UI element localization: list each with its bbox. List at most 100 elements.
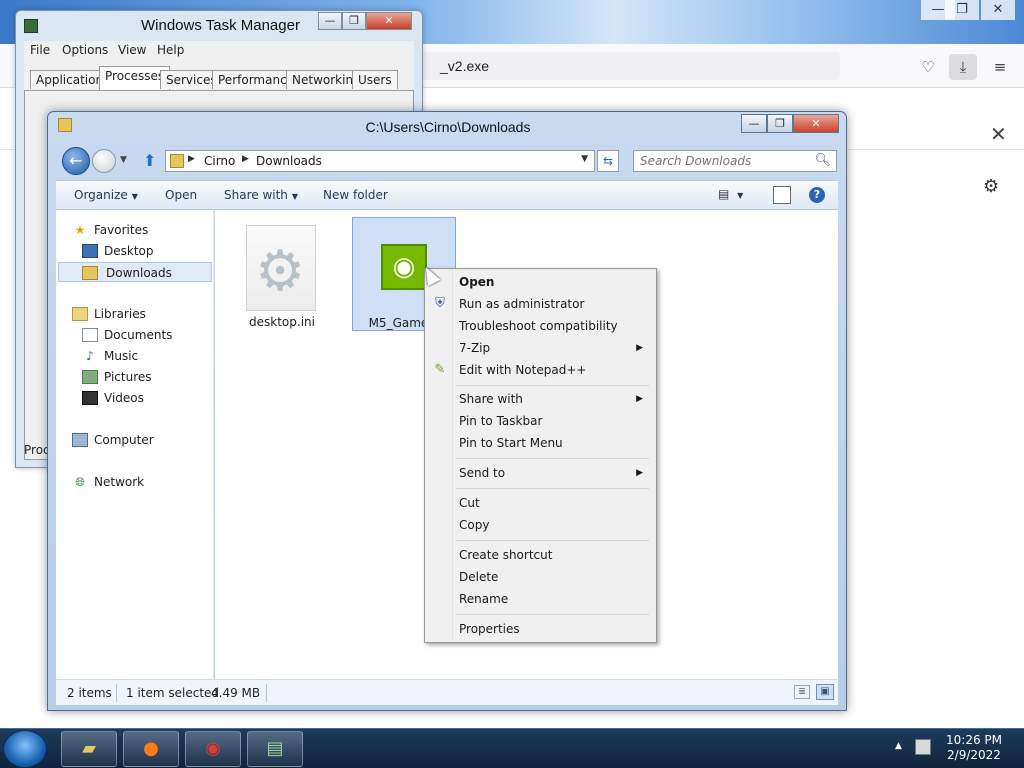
refresh-button[interactable]: ⇆ bbox=[597, 150, 619, 172]
nav-libraries-label: Libraries bbox=[94, 307, 146, 321]
clock-time: 10:26 PM bbox=[946, 733, 1002, 747]
explorer-taskbar-button[interactable]: ▰ bbox=[61, 731, 117, 767]
nav-favorites[interactable]: ★ Favorites bbox=[72, 220, 228, 240]
nav-network[interactable]: 🌐︎ Network bbox=[72, 472, 228, 492]
ex-close-button[interactable]: ✕ bbox=[793, 114, 839, 133]
url-bar[interactable]: _v2.exe bbox=[420, 52, 840, 80]
organize-label: Organize bbox=[74, 188, 128, 202]
downloads-icon[interactable]: ⤓ bbox=[949, 54, 977, 80]
views-button[interactable]: ▤ ▼ bbox=[718, 187, 752, 205]
show-hidden-icons-button[interactable]: ▲ bbox=[895, 741, 902, 751]
search-icon[interactable]: 🔍︎ bbox=[814, 153, 831, 168]
file-name: desktop.ini bbox=[249, 315, 315, 329]
chrome-taskbar-button[interactable]: ◉ bbox=[185, 731, 241, 767]
menu-item-troubleshoot-compatibility[interactable]: Troubleshoot compatibility bbox=[428, 316, 653, 336]
menu-item-properties[interactable]: Properties bbox=[428, 619, 653, 639]
documents-icon bbox=[82, 328, 98, 342]
close-icon[interactable]: ✕ bbox=[990, 122, 1007, 146]
menu-item-edit-with-notepad[interactable]: ✎ Edit with Notepad++ bbox=[428, 360, 653, 380]
nav-downloads[interactable]: Downloads bbox=[58, 262, 212, 282]
notepad-icon: ✎ bbox=[434, 362, 446, 377]
menu-item-cut[interactable]: Cut bbox=[428, 493, 653, 513]
submenu-arrow-icon: ▶ bbox=[636, 394, 643, 404]
menu-item-pin-to-taskbar[interactable]: Pin to Taskbar bbox=[428, 411, 653, 431]
hamburger-menu-icon[interactable]: ≡ bbox=[986, 54, 1014, 80]
chevron-right-icon[interactable]: ▶ bbox=[188, 154, 195, 164]
computer-icon bbox=[72, 433, 88, 447]
new-folder-button[interactable]: New folder bbox=[323, 188, 388, 202]
forward-button[interactable] bbox=[92, 149, 116, 173]
menu-help[interactable]: Help bbox=[157, 43, 184, 57]
large-icons-view-button[interactable]: ▣ bbox=[816, 684, 834, 700]
command-bar: Organize ▼ Open Share with ▼ New folder ▤ … bbox=[56, 180, 838, 210]
tab-users[interactable]: Users bbox=[352, 70, 398, 89]
explorer-icon: ▰ bbox=[82, 738, 96, 759]
desktop-icon bbox=[82, 244, 98, 258]
help-icon[interactable]: ? bbox=[809, 187, 825, 203]
open-button[interactable]: Open bbox=[165, 188, 197, 202]
menu-item-rename[interactable]: Rename bbox=[428, 589, 653, 609]
menu-item-pin-to-start-menu[interactable]: Pin to Start Menu bbox=[428, 433, 653, 453]
close-window-button[interactable]: ✕ bbox=[981, 0, 1015, 20]
menu-item-create-shortcut[interactable]: Create shortcut bbox=[428, 545, 653, 565]
menu-item-label: Pin to Start Menu bbox=[459, 436, 563, 450]
back-button[interactable]: ← bbox=[62, 147, 90, 175]
nav-computer[interactable]: Computer bbox=[72, 430, 228, 450]
details-view-button[interactable]: ≣ bbox=[794, 685, 810, 699]
preview-pane-button[interactable] bbox=[773, 186, 791, 204]
menu-item-label: Copy bbox=[459, 518, 490, 532]
network-icon: 🌐︎ bbox=[75, 475, 85, 489]
start-button[interactable] bbox=[3, 730, 47, 768]
menu-item-copy[interactable]: Copy bbox=[428, 515, 653, 535]
selection-count: 1 item selected bbox=[126, 686, 220, 700]
pocket-icon[interactable]: ♡ bbox=[914, 54, 942, 80]
menu-item-open[interactable]: Open bbox=[428, 272, 653, 292]
menu-item-7zip[interactable]: 7-Zip ▶ bbox=[428, 338, 653, 358]
chevron-down-icon: ▼ bbox=[737, 191, 744, 200]
chevron-right-icon[interactable]: ▶ bbox=[242, 154, 249, 164]
menu-separator bbox=[456, 458, 649, 459]
firefox-taskbar-button[interactable]: ● bbox=[123, 731, 179, 767]
recent-pages-dropdown-icon[interactable]: ▼ bbox=[120, 155, 127, 165]
ex-maximize-button[interactable]: ❐ bbox=[767, 114, 793, 133]
clock[interactable]: 10:26 PM 2/9/2022 bbox=[940, 733, 1008, 763]
star-icon: ★ bbox=[74, 223, 86, 237]
network-tray-icon[interactable] bbox=[915, 739, 931, 755]
nav-network-label: Network bbox=[94, 475, 145, 489]
downloads-folder-icon bbox=[170, 154, 184, 168]
menu-item-label: Cut bbox=[459, 496, 480, 510]
menu-item-label: Edit with Notepad++ bbox=[459, 363, 587, 377]
menu-item-run-as-administrator[interactable]: ⛨ Run as administrator bbox=[428, 294, 653, 314]
address-bar[interactable]: ▶ Cirno ▶ Downloads ▼ bbox=[165, 150, 595, 172]
menu-item-share-with[interactable]: Share with ▶ bbox=[428, 389, 653, 409]
breadcrumb-downloads[interactable]: Downloads bbox=[256, 154, 322, 168]
maximize-button[interactable]: ❐ bbox=[945, 0, 979, 20]
menu-item-send-to[interactable]: Send to ▶ bbox=[428, 463, 653, 483]
gear-icon: ⚙ bbox=[255, 239, 306, 304]
gear-icon[interactable]: ⚙ bbox=[983, 176, 999, 197]
breadcrumb-cirno[interactable]: Cirno bbox=[204, 154, 235, 168]
nav-documents-label: Documents bbox=[104, 328, 173, 342]
taskmgr-taskbar-button[interactable]: ▤ bbox=[247, 731, 303, 767]
ex-minimize-button[interactable]: — bbox=[741, 114, 767, 133]
organize-button[interactable]: Organize ▼ bbox=[74, 188, 138, 202]
menu-view[interactable]: View bbox=[118, 43, 146, 57]
menu-options[interactable]: Options bbox=[62, 43, 108, 57]
selection-size: 4.49 MB bbox=[211, 686, 261, 700]
tm-maximize-button[interactable]: ❐ bbox=[342, 12, 366, 30]
share-with-button[interactable]: Share with ▼ bbox=[224, 188, 298, 202]
menu-item-delete[interactable]: Delete bbox=[428, 567, 653, 587]
menu-file[interactable]: File bbox=[30, 43, 50, 57]
file-item-desktop-ini[interactable]: ⚙ desktop.ini bbox=[230, 217, 334, 331]
tm-close-button[interactable]: ✕ bbox=[366, 12, 412, 30]
up-arrow-icon[interactable]: ⬆ bbox=[143, 151, 156, 170]
explorer-title: C:\Users\Cirno\Downloads bbox=[365, 119, 531, 135]
search-input[interactable] bbox=[634, 151, 814, 171]
chevron-down-icon: ▼ bbox=[131, 192, 138, 201]
nav-libraries[interactable]: Libraries bbox=[72, 304, 228, 324]
search-box[interactable]: 🔍︎ bbox=[633, 150, 837, 172]
chevron-down-icon[interactable]: ▼ bbox=[581, 154, 588, 164]
submenu-arrow-icon: ▶ bbox=[636, 343, 643, 353]
clock-date: 2/9/2022 bbox=[947, 748, 1001, 762]
tm-minimize-button[interactable]: — bbox=[318, 12, 342, 30]
